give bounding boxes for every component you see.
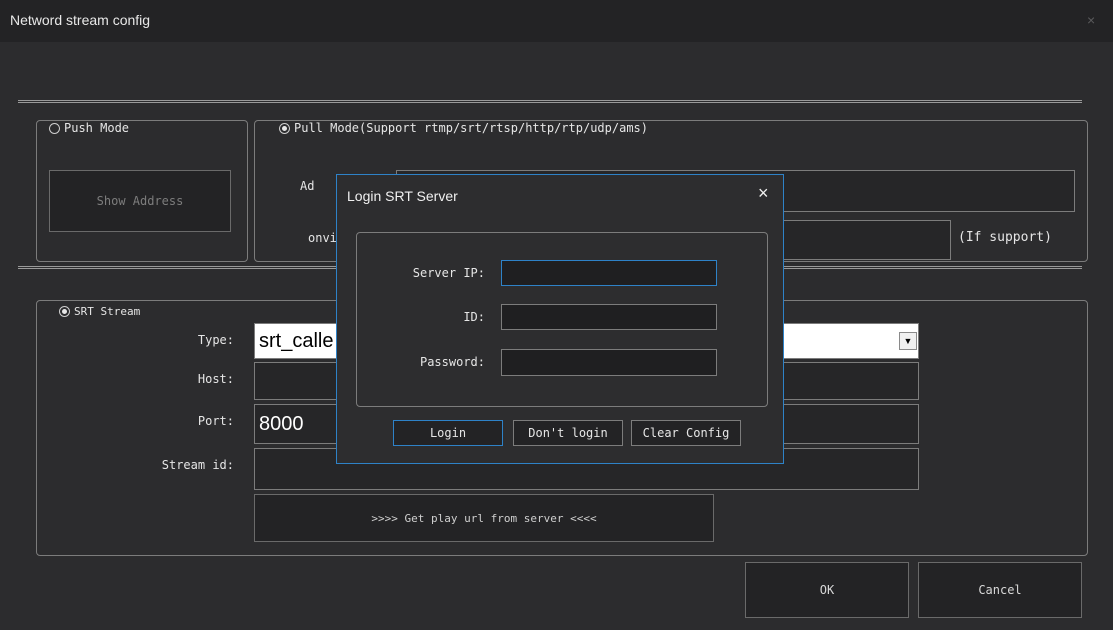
login-dialog-title: Login SRT Server <box>347 188 458 204</box>
address-label: Ad <box>300 179 315 193</box>
pull-mode-label: Pull Mode(Support rtmp/srt/rtsp/http/rtp… <box>294 121 649 135</box>
dont-login-button[interactable]: Don't login <box>513 420 623 446</box>
srt-stream-radio-indicator <box>59 306 70 317</box>
window-close-icon[interactable]: × <box>1087 12 1095 28</box>
onvif-label: onvi <box>308 231 337 245</box>
server-ip-label: Server IP: <box>412 266 485 280</box>
srt-stream-label: SRT Stream <box>74 305 141 318</box>
chevron-down-icon[interactable]: ▼ <box>899 332 917 350</box>
get-play-url-button[interactable]: >>>> Get play url from server <<<< <box>254 494 714 542</box>
server-ip-input[interactable] <box>501 260 717 286</box>
pull-mode-radio-indicator <box>279 122 290 134</box>
type-label: Type: <box>197 333 234 347</box>
port-label: Port: <box>197 414 234 428</box>
host-label: Host: <box>197 372 234 386</box>
login-dialog-close-icon[interactable]: × <box>758 183 769 204</box>
id-input[interactable] <box>501 304 717 330</box>
login-button[interactable]: Login <box>393 420 503 446</box>
push-mode-radio[interactable]: Push Mode <box>46 121 133 135</box>
password-label: Password: <box>419 355 485 369</box>
login-dialog: Login SRT Server × Server IP: ID: Passwo… <box>336 174 784 464</box>
window-title: Netword stream config <box>10 12 151 28</box>
stream-id-label: Stream id: <box>161 458 234 472</box>
password-input[interactable] <box>501 349 717 376</box>
show-address-button[interactable]: Show Address <box>49 170 231 232</box>
type-select-value: srt_calle <box>259 329 334 352</box>
srt-stream-radio[interactable]: SRT Stream <box>56 305 144 318</box>
id-label: ID: <box>463 310 485 324</box>
pull-mode-radio[interactable]: Pull Mode(Support rtmp/srt/rtsp/http/rtp… <box>276 121 652 135</box>
push-mode-label: Push Mode <box>64 121 130 135</box>
separator-top <box>18 100 1082 103</box>
title-bar <box>0 0 1113 42</box>
cancel-button[interactable]: Cancel <box>918 562 1082 618</box>
ok-button[interactable]: OK <box>745 562 909 618</box>
push-mode-radio-indicator <box>49 122 60 134</box>
if-support-note: (If support) <box>958 230 1052 245</box>
clear-config-button[interactable]: Clear Config <box>631 420 741 446</box>
